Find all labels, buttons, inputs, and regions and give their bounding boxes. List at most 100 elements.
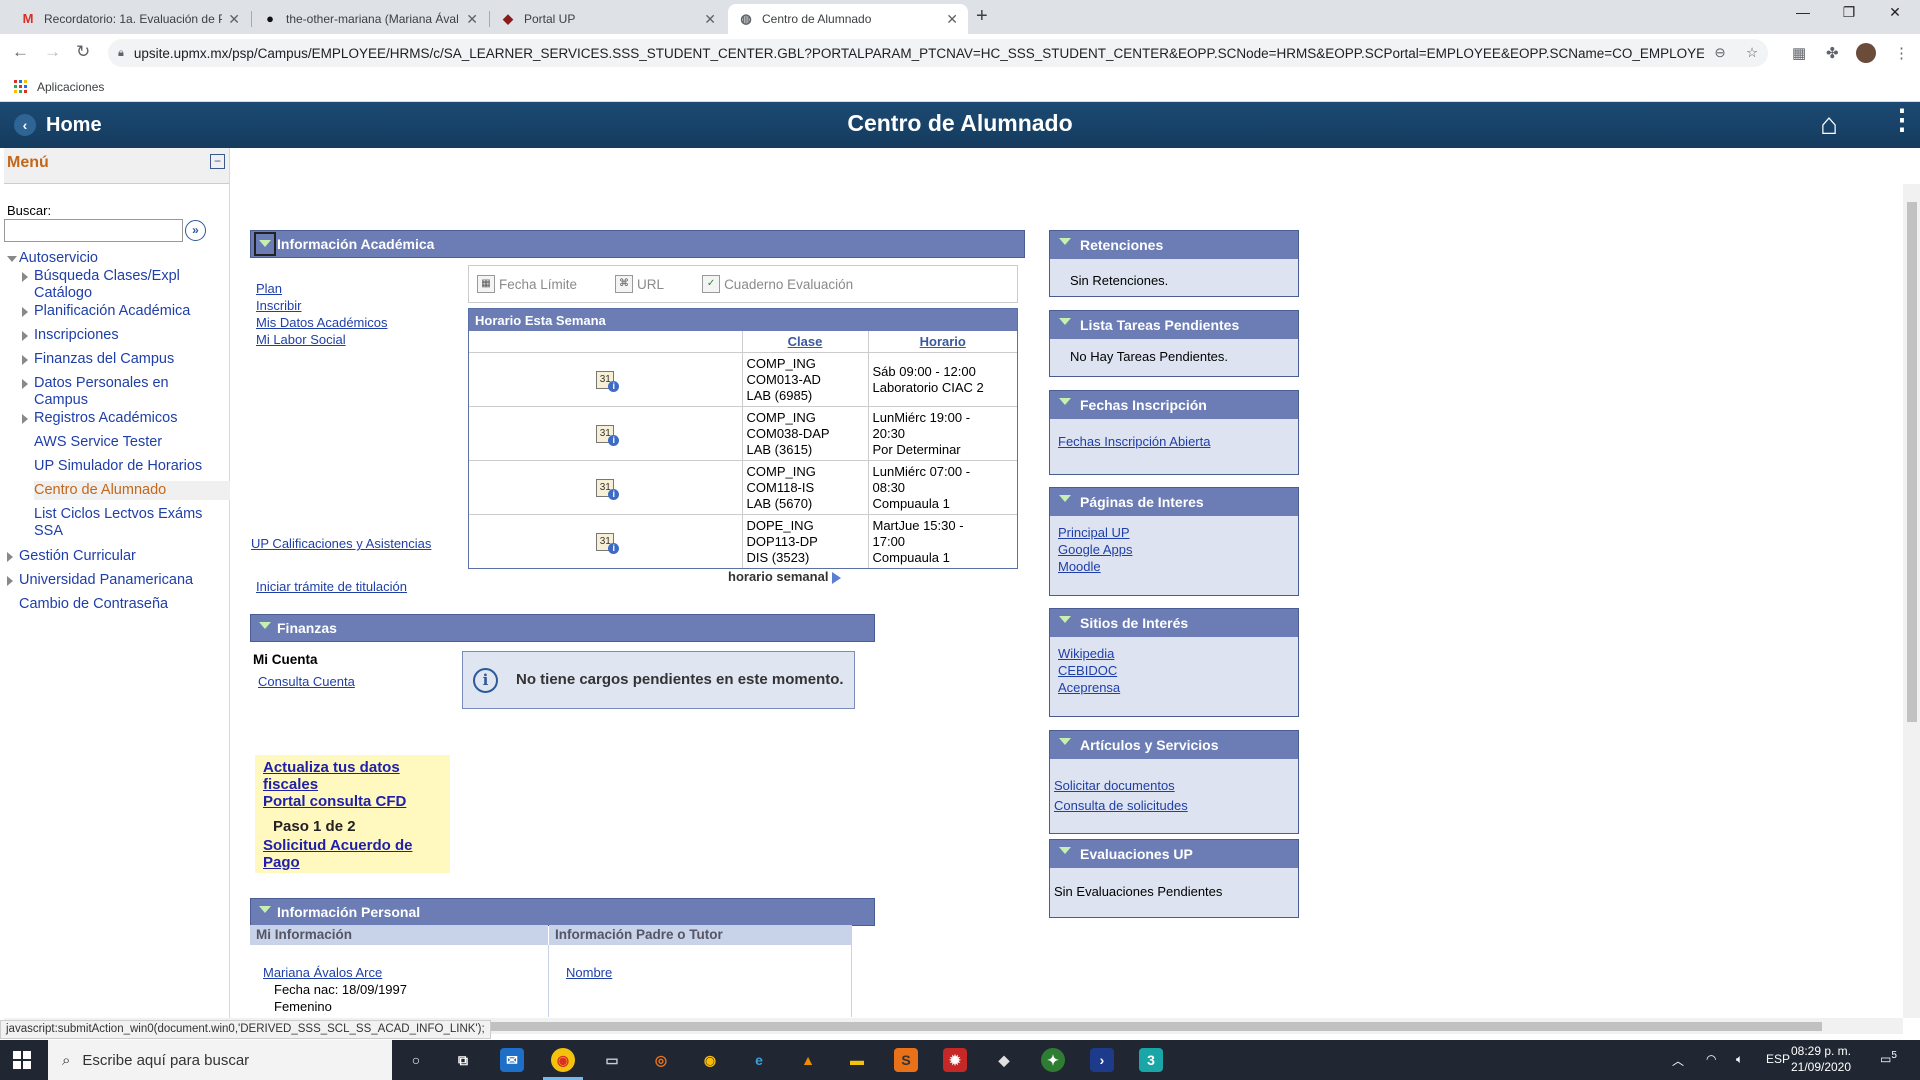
menu-item-universidad[interactable]: Universidad Panamericana <box>7 572 193 589</box>
powershell-icon[interactable]: › <box>1090 1048 1114 1072</box>
profile-avatar[interactable] <box>1856 43 1876 63</box>
reload-icon[interactable]: ↻ <box>76 42 90 62</box>
settings-gear-icon[interactable]: ✹ <box>943 1048 967 1072</box>
collapse-arrow-icon[interactable] <box>259 906 271 913</box>
link-consulta-solicitudes[interactable]: Consulta de solicitudes <box>1054 797 1290 814</box>
close-tab-icon[interactable]: ✕ <box>946 11 958 28</box>
menu-item-simulador[interactable]: UP Simulador de Horarios <box>34 458 224 475</box>
col-clase-header[interactable]: Clase <box>741 331 868 352</box>
scroll-thumb[interactable] <box>1907 202 1917 722</box>
edge-icon[interactable]: e <box>747 1048 771 1072</box>
star-icon[interactable]: ☆ <box>1736 45 1768 61</box>
menu-item-autoservicio[interactable]: Autoservicio <box>7 250 98 267</box>
zoom-icon[interactable]: ⊖ <box>1704 45 1736 61</box>
tab-gmail[interactable]: M Recordatorio: 1a. Evaluación de P ✕ <box>10 4 250 34</box>
link-student-name[interactable]: Mariana Ávalos Arce <box>263 965 382 980</box>
wifi-icon[interactable]: ◠ <box>1706 1052 1716 1066</box>
collapse-menu-icon[interactable]: − <box>210 154 225 169</box>
link-principal-up[interactable]: Principal UP <box>1058 524 1290 541</box>
collapse-section-button[interactable] <box>254 232 276 256</box>
search-go-icon[interactable]: » <box>185 220 206 241</box>
close-window-icon[interactable]: ✕ <box>1872 4 1918 21</box>
link-aceprensa[interactable]: Aceprensa <box>1058 679 1290 696</box>
menu-item-gestion-curricular[interactable]: Gestión Curricular <box>7 548 136 565</box>
mail-icon[interactable]: ✉ <box>500 1048 524 1072</box>
link-calificaciones[interactable]: UP Calificaciones y Asistencias <box>251 536 431 551</box>
link-moodle[interactable]: Moodle <box>1058 558 1290 575</box>
system-clock[interactable]: 08:29 p. m. 21/09/2020 <box>1786 1043 1856 1075</box>
link-nombre-tutor[interactable]: Nombre <box>566 965 612 980</box>
folder-icon[interactable]: ▬ <box>845 1048 869 1072</box>
menu-item-list-ciclos[interactable]: List Ciclos Lectvos Exáms SSA <box>34 506 224 540</box>
collapse-arrow-icon[interactable] <box>1059 495 1071 502</box>
volume-icon[interactable]: 🔈︎ <box>1736 1052 1743 1067</box>
link-cebidoc[interactable]: CEBIDOC <box>1058 662 1290 679</box>
collapse-arrow-icon[interactable] <box>1059 847 1071 854</box>
weekly-schedule-link[interactable]: horario semanal <box>728 569 842 584</box>
tool-cuaderno[interactable]: ✓ Cuaderno Evaluación <box>702 275 853 293</box>
col-horario-header[interactable]: Horario <box>867 331 1017 352</box>
url-bar[interactable]: 🔒︎ upsite.upmx.mx/psp/Campus/EMPLOYEE/HR… <box>108 39 1768 67</box>
chrome-alt-icon[interactable]: ◉ <box>698 1048 722 1072</box>
sublime-icon[interactable]: S <box>894 1048 918 1072</box>
menu-item-datos-personales[interactable]: Datos Personales en Campus <box>22 375 224 409</box>
tool-fecha-limite[interactable]: ▦ Fecha Límite <box>477 275 577 293</box>
restore-icon[interactable]: ❐ <box>1826 4 1872 21</box>
tab-centro-alumnado[interactable]: ◍ Centro de Alumnado ✕ <box>728 4 968 34</box>
apps-grid-icon[interactable] <box>14 80 27 93</box>
home-icon[interactable]: ⌂ <box>1820 108 1838 142</box>
forward-arrow-icon[interactable]: → <box>44 42 61 62</box>
tray-chevron-icon[interactable]: ︿ <box>1672 1052 1684 1069</box>
menu-item-planificacion[interactable]: Planificación Académica <box>22 303 224 320</box>
minimize-icon[interactable]: — <box>1780 4 1826 20</box>
puzzle-icon[interactable]: ✤ <box>1826 44 1839 62</box>
menu-item-registros[interactable]: Registros Académicos <box>22 410 224 427</box>
more-options-icon[interactable]: ⋮ <box>1888 106 1916 134</box>
link-wikipedia[interactable]: Wikipedia <box>1058 645 1290 662</box>
class-details-icon[interactable]: 31 <box>596 371 620 392</box>
app-3-icon[interactable]: 3 <box>1139 1048 1163 1072</box>
class-details-icon[interactable]: 31 <box>596 479 620 500</box>
link-portal-cfd[interactable]: Portal consulta CFD <box>263 793 442 810</box>
link-consulta-cuenta[interactable]: Consulta Cuenta <box>258 674 355 689</box>
vlc-icon[interactable]: ▲ <box>796 1048 820 1072</box>
collapse-arrow-icon[interactable] <box>1059 398 1071 405</box>
close-tab-icon[interactable]: ✕ <box>466 11 478 28</box>
close-tab-icon[interactable]: ✕ <box>704 11 716 28</box>
taskbar-search[interactable]: ⌕ Escribe aquí para buscar <box>48 1040 392 1080</box>
tab-github[interactable]: ● the-other-mariana (Mariana Ával ✕ <box>252 4 488 34</box>
menu-item-inscripciones[interactable]: Inscripciones <box>22 327 224 344</box>
back-arrow-icon[interactable]: ← <box>12 42 29 62</box>
class-details-icon[interactable]: 31 <box>596 533 620 554</box>
menu-search-input[interactable] <box>4 219 183 242</box>
link-mis-datos[interactable]: Mis Datos Académicos <box>256 315 388 330</box>
menu-item-cambio-contrasena[interactable]: Cambio de Contraseña <box>19 596 168 613</box>
menu-item-centro-alumnado[interactable]: Centro de Alumnado <box>34 481 230 500</box>
notifications-icon[interactable]: ▭5 <box>1880 1050 1897 1066</box>
media-icon[interactable]: ◎ <box>649 1048 673 1072</box>
green-app-icon[interactable]: ✦ <box>1041 1048 1065 1072</box>
link-fechas-abierta[interactable]: Fechas Inscripción Abierta <box>1058 433 1290 450</box>
task-view-icon[interactable]: ⧉ <box>451 1048 475 1072</box>
link-labor-social[interactable]: Mi Labor Social <box>256 332 346 347</box>
collapse-arrow-icon[interactable] <box>259 622 271 629</box>
collapse-arrow-icon[interactable] <box>1059 318 1071 325</box>
menu-item-busqueda-clases[interactable]: Búsqueda Clases/Expl Catálogo <box>22 268 224 302</box>
menu-item-aws[interactable]: AWS Service Tester <box>34 434 224 451</box>
chrome-icon[interactable]: ◉ <box>551 1048 575 1072</box>
tab-portal-up[interactable]: ◆ Portal UP ✕ <box>490 4 726 34</box>
link-plan[interactable]: Plan <box>256 281 282 296</box>
menu-item-finanzas-campus[interactable]: Finanzas del Campus <box>22 351 224 368</box>
link-actualiza-datos[interactable]: Actualiza tus datos fiscales <box>263 759 442 793</box>
extensions-grid-icon[interactable]: ▦ <box>1792 44 1806 62</box>
tool-url[interactable]: ⌘ URL <box>615 275 664 293</box>
bookmark-aplicaciones[interactable]: Aplicaciones <box>37 80 104 94</box>
vertical-scrollbar[interactable] <box>1903 184 1920 1018</box>
collapse-arrow-icon[interactable] <box>1059 616 1071 623</box>
link-titulacion[interactable]: Iniciar trámite de titulación <box>256 579 407 594</box>
windows-start-icon[interactable] <box>13 1051 31 1069</box>
new-tab-button[interactable]: + <box>976 5 988 28</box>
monitor-icon[interactable]: ▭ <box>600 1048 624 1072</box>
git-icon[interactable]: ◆ <box>992 1048 1016 1072</box>
cortana-icon[interactable]: ○ <box>404 1048 428 1072</box>
